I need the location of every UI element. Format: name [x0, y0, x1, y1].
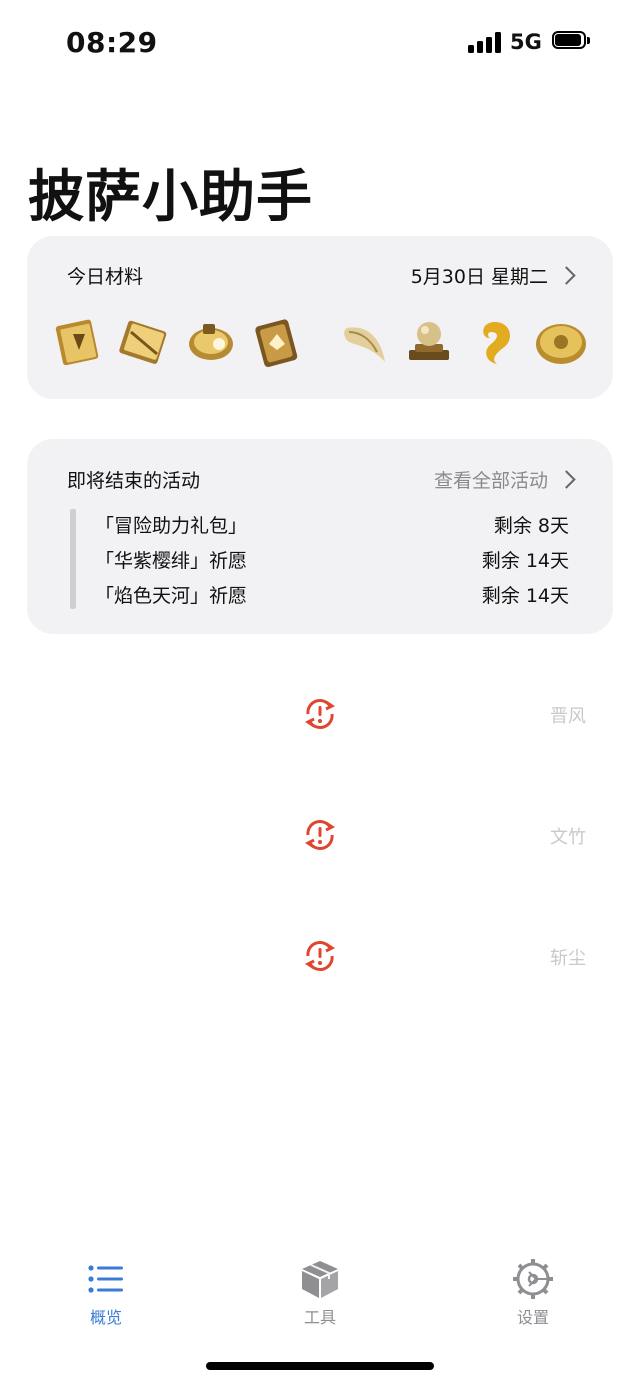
network-label: 5G	[510, 30, 542, 54]
event-name: 「冒险助力礼包」	[95, 515, 248, 537]
events-card: 即将结束的活动 查看全部活动 「冒险助力礼包」 剩余 8天 「华紫樱绯」祈愿 剩…	[27, 439, 613, 634]
event-item[interactable]: 「焰色天河」祈愿 剩余 14天	[95, 581, 569, 611]
materials-card[interactable]: 今日材料 5月30日 星期二	[27, 236, 613, 399]
list-icon	[88, 1265, 123, 1293]
signal-icon	[468, 31, 502, 53]
box-icon	[302, 1261, 338, 1298]
materials-list	[51, 314, 591, 374]
talent-book-2-icon	[117, 314, 173, 370]
tab-label: 概览	[89, 1308, 122, 1327]
chevron-right-icon	[557, 470, 576, 489]
tab-bar: 概览 工具 设置	[0, 1240, 640, 1340]
view-all-events-link[interactable]: 查看全部活动	[433, 466, 576, 493]
gear-icon	[513, 1259, 553, 1299]
event-name: 「焰色天河」祈愿	[95, 585, 248, 607]
page-title: 披萨小助手	[28, 165, 313, 230]
event-item[interactable]: 「冒险助力礼包」 剩余 8天	[95, 511, 569, 541]
character-row[interactable]: 文竹	[0, 815, 640, 865]
talent-book-4-icon	[249, 314, 305, 370]
character-name: 斩尘	[550, 948, 586, 969]
talent-book-1-icon	[51, 314, 107, 370]
refresh-warning-icon[interactable]	[300, 694, 340, 734]
orb-pedestal-material-icon	[401, 314, 457, 370]
event-remaining: 剩余 8天	[493, 515, 569, 537]
coin-material-icon	[533, 314, 589, 370]
materials-date: 5月30日 星期二	[410, 266, 548, 288]
status-bar: 08:29 5G	[0, 0, 640, 86]
character-row[interactable]: 晋风	[0, 694, 640, 744]
refresh-warning-icon[interactable]	[300, 815, 340, 855]
character-name: 文竹	[550, 827, 586, 848]
tab-label: 工具	[303, 1308, 336, 1327]
home-indicator[interactable]	[206, 1362, 434, 1370]
event-name: 「华紫樱绯」祈愿	[95, 550, 248, 572]
character-name: 晋风	[550, 706, 586, 727]
events-title: 即将结束的活动	[67, 470, 201, 492]
fang-material-icon	[337, 314, 393, 370]
events-divider-bar	[70, 509, 76, 609]
tab-settings[interactable]: 设置	[473, 1258, 593, 1338]
battery-icon	[552, 31, 590, 51]
status-time: 08:29	[66, 26, 158, 59]
character-row[interactable]: 斩尘	[0, 936, 640, 986]
chevron-right-icon	[557, 266, 576, 285]
materials-date-link[interactable]: 5月30日 星期二	[410, 262, 576, 289]
tab-overview[interactable]: 概览	[46, 1258, 166, 1338]
tab-tools[interactable]: 工具	[260, 1258, 380, 1338]
event-item[interactable]: 「华紫樱绯」祈愿 剩余 14天	[95, 546, 569, 576]
event-remaining: 剩余 14天	[481, 585, 569, 607]
tab-label: 设置	[516, 1308, 549, 1327]
refresh-warning-icon[interactable]	[300, 936, 340, 976]
materials-title: 今日材料	[67, 266, 144, 288]
curl-material-icon	[467, 314, 523, 370]
talent-book-3-icon	[183, 314, 239, 370]
view-all-events-label: 查看全部活动	[433, 470, 548, 492]
event-remaining: 剩余 14天	[481, 550, 569, 572]
